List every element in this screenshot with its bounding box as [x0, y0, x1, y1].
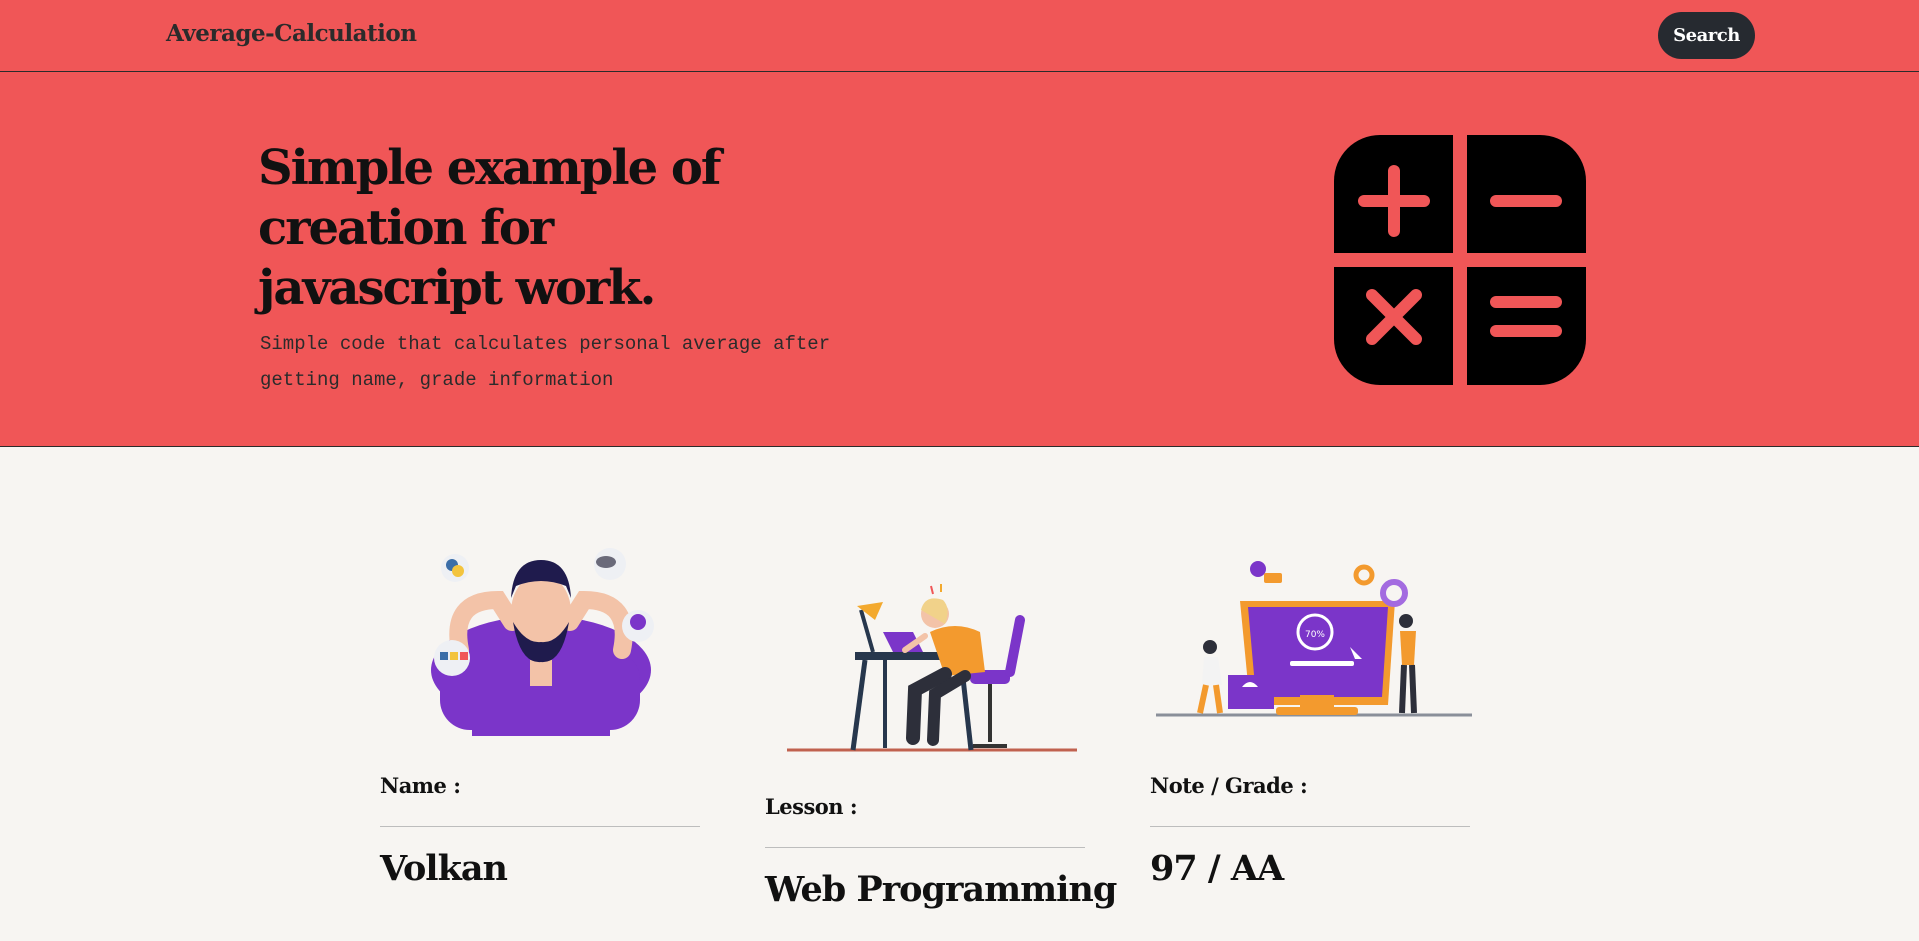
hero-subtitle-line: Simple code that calculates personal ave… — [260, 333, 831, 355]
grade-card: 70% Note / Grade : 97 / AA — [1150, 555, 1472, 905]
brand-logo[interactable]: Average-Calculation — [166, 20, 417, 47]
hero-title: Simple example of creation for javascrip… — [258, 138, 778, 318]
field-value[interactable]: 97 / AA — [1150, 848, 1284, 889]
hero-title-line: creation for — [258, 200, 554, 256]
navbar: Average-Calculation Search — [0, 0, 1919, 72]
name-card: Name : Volkan — [380, 540, 702, 900]
field-label: Lesson : — [765, 794, 858, 819]
search-button[interactable]: Search — [1658, 12, 1755, 59]
field-label: Note / Grade : — [1150, 773, 1308, 798]
divider — [380, 826, 700, 827]
field-value[interactable]: Volkan — [380, 848, 508, 889]
lesson-card: Lesson : Web Programming — [765, 580, 1117, 920]
hero-title-line: Simple example of — [258, 140, 721, 196]
stressed-developer-illustration — [431, 548, 654, 736]
divider — [1150, 826, 1470, 827]
hero-section: Simple example of creation for javascrip… — [0, 72, 1919, 447]
progress-percent: 70% — [1305, 630, 1325, 640]
divider — [765, 847, 1085, 848]
field-value[interactable]: Web Programming — [765, 869, 1117, 910]
hero-subtitle-line: getting name, grade information — [260, 369, 614, 391]
progress-monitor-illustration: 70% — [1156, 561, 1472, 717]
field-label: Name : — [380, 773, 461, 798]
calculator-icon — [1334, 135, 1586, 385]
hero-title-line: javascript work. — [258, 260, 656, 316]
tired-student-desk-illustration — [787, 584, 1077, 752]
hero-subtitle: Simple code that calculates personal ave… — [260, 326, 920, 398]
